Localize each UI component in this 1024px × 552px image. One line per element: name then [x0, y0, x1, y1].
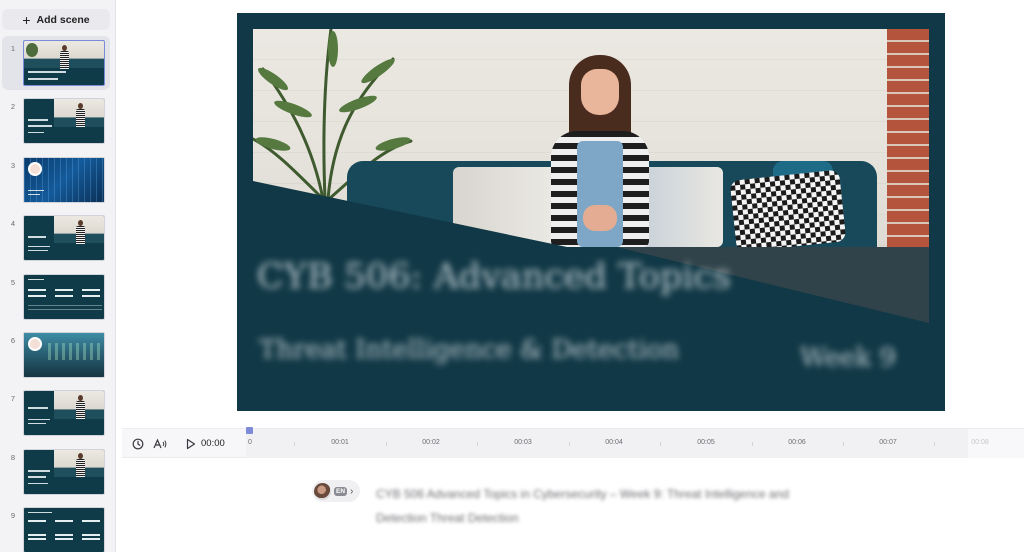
- script-text[interactable]: CYB 506 Advanced Topics in Cybersecurity…: [376, 482, 796, 530]
- scene-panel: + Add scene 1 2 3 4 5 6 7 8 9: [0, 0, 116, 552]
- slide-week-label: Week 9: [800, 343, 896, 373]
- current-time: 00:00: [201, 438, 225, 449]
- slide-title: CYB 506: Advanced Topics: [257, 257, 732, 297]
- scene-item-4[interactable]: 4: [0, 213, 115, 271]
- tick-label: 00:08: [971, 439, 989, 446]
- scene-thumbnail: [23, 448, 105, 495]
- scene-list: 1 2 3 4 5 6 7 8 9: [0, 35, 115, 552]
- slide-preview[interactable]: CYB 506: Advanced Topics Threat Intellig…: [237, 13, 945, 411]
- voice-selector[interactable]: EN ›: [312, 480, 360, 502]
- tick-label: 00:05: [697, 439, 715, 446]
- timeline-bar: 00:00 0 00:01 00:02 00:03 00:04 00:05 00…: [122, 427, 1024, 459]
- scene-number: 3: [10, 160, 16, 170]
- timeline-ruler[interactable]: 0 00:01 00:02 00:03 00:04 00:05 00:06 00…: [246, 427, 1024, 459]
- scene-thumbnail: [23, 98, 105, 145]
- plus-icon: +: [22, 11, 31, 28]
- scene-number: 4: [10, 219, 16, 229]
- scene-number: 8: [10, 452, 16, 462]
- scene-thumbnail: [23, 507, 105, 552]
- scene-item-3[interactable]: 3: [0, 155, 115, 213]
- scene-item-1[interactable]: 1: [0, 35, 115, 96]
- add-scene-label: Add scene: [36, 13, 90, 26]
- scene-item-5[interactable]: 5: [0, 272, 115, 330]
- scene-number: 2: [10, 102, 16, 112]
- scene-thumbnail: [23, 156, 105, 203]
- scene-thumbnail: [23, 40, 105, 86]
- scene-thumbnail: [23, 215, 105, 262]
- scene-item-6[interactable]: 6: [0, 330, 115, 388]
- tick-label: 00:02: [422, 439, 440, 446]
- tick-label: 00:06: [788, 439, 806, 446]
- clock-icon[interactable]: [131, 437, 145, 451]
- chevron-right-icon: ›: [350, 485, 354, 497]
- scene-number: 5: [10, 277, 16, 287]
- scene-number: 1: [10, 44, 16, 53]
- slide-subtitle: Threat Intelligence & Detection: [259, 335, 680, 365]
- language-badge: EN: [334, 486, 348, 496]
- playhead[interactable]: [246, 427, 253, 434]
- scene-number: 6: [10, 335, 16, 345]
- scene-number: 9: [10, 511, 16, 521]
- scene-thumbnail: [23, 390, 105, 437]
- tick-label: 0: [248, 439, 252, 446]
- scene-thumbnail: [23, 331, 105, 378]
- tick-label: 00:07: [879, 439, 897, 446]
- script-editor[interactable]: EN › CYB 506 Advanced Topics in Cybersec…: [122, 458, 1024, 552]
- scene-item-7[interactable]: 7: [0, 388, 115, 446]
- tick-label: 00:03: [514, 439, 532, 446]
- scene-item-8[interactable]: 8: [0, 447, 115, 505]
- scene-item-2[interactable]: 2: [0, 96, 115, 154]
- add-scene-button[interactable]: + Add scene: [2, 9, 110, 30]
- play-icon[interactable]: [184, 437, 198, 451]
- voice-speed-icon[interactable]: [152, 437, 168, 451]
- tick-label: 00:04: [605, 439, 623, 446]
- tick-label: 00:01: [331, 439, 349, 446]
- voice-avatar: [314, 482, 331, 500]
- scene-item-9[interactable]: 9: [0, 505, 115, 552]
- scene-thumbnail: [23, 273, 105, 320]
- scene-number: 7: [10, 394, 16, 404]
